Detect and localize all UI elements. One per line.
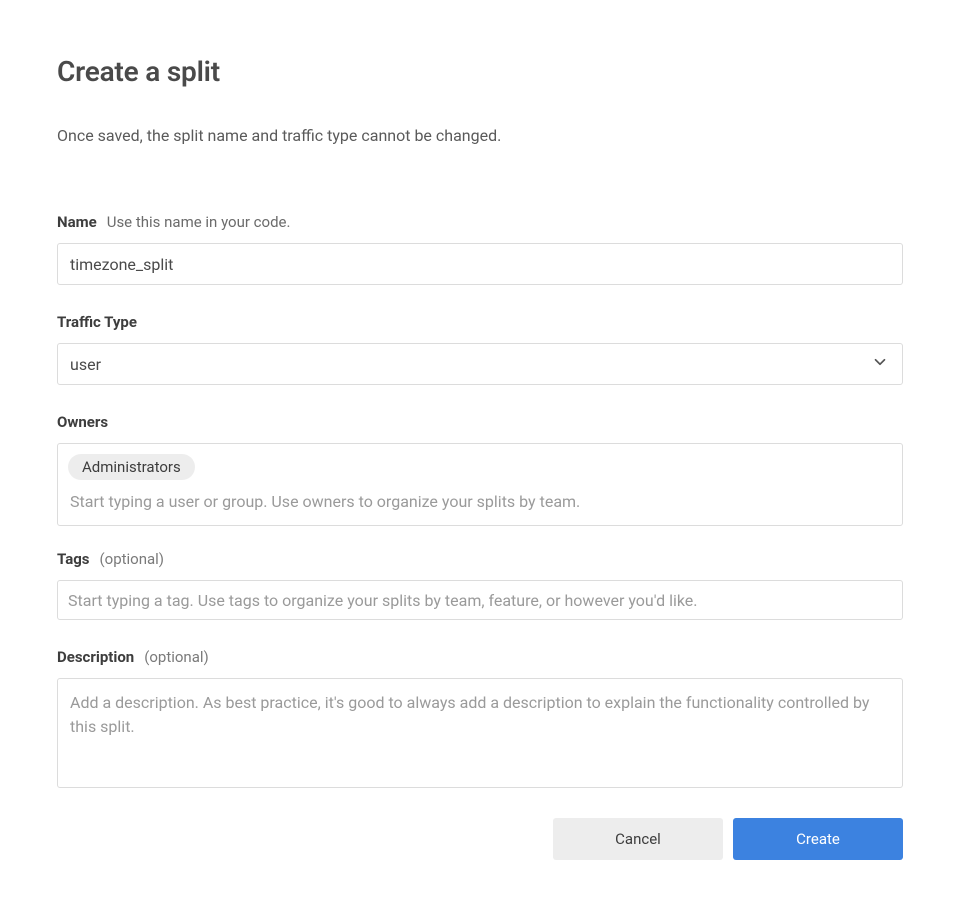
owners-label-row: Owners xyxy=(57,413,903,431)
traffic-type-label: Traffic Type xyxy=(57,313,137,331)
traffic-type-label-row: Traffic Type xyxy=(57,313,903,331)
button-row: Cancel Create xyxy=(0,818,960,860)
tags-input[interactable] xyxy=(57,580,903,620)
owners-label: Owners xyxy=(57,413,108,431)
page-title: Create a split xyxy=(57,55,903,88)
traffic-type-select-wrap: user xyxy=(57,343,903,385)
description-optional: (optional) xyxy=(144,648,209,666)
cancel-button[interactable]: Cancel xyxy=(553,818,723,860)
tags-optional: (optional) xyxy=(100,550,165,568)
name-label-row: Name Use this name in your code. xyxy=(57,213,903,231)
traffic-type-field-group: Traffic Type user xyxy=(57,313,903,385)
tags-field-group: Tags (optional) xyxy=(57,550,903,620)
owners-placeholder: Start typing a user or group. Use owners… xyxy=(68,492,892,513)
owners-field-group: Owners Administrators Start typing a use… xyxy=(57,413,903,526)
description-label-row: Description (optional) xyxy=(57,648,903,666)
tags-label-row: Tags (optional) xyxy=(57,550,903,568)
tags-label: Tags xyxy=(57,550,90,568)
name-input[interactable] xyxy=(57,243,903,285)
name-field-group: Name Use this name in your code. xyxy=(57,213,903,285)
traffic-type-select[interactable]: user xyxy=(57,343,903,385)
create-button[interactable]: Create xyxy=(733,818,903,860)
page-subtitle: Once saved, the split name and traffic t… xyxy=(57,126,903,145)
name-label: Name xyxy=(57,213,97,231)
owner-chip-administrators[interactable]: Administrators xyxy=(68,454,195,480)
create-split-form: Create a split Once saved, the split nam… xyxy=(0,0,960,792)
description-label: Description xyxy=(57,648,134,666)
description-textarea[interactable] xyxy=(57,678,903,788)
owners-input-box[interactable]: Administrators Start typing a user or gr… xyxy=(57,443,903,526)
name-hint: Use this name in your code. xyxy=(107,213,291,231)
description-field-group: Description (optional) xyxy=(57,648,903,792)
